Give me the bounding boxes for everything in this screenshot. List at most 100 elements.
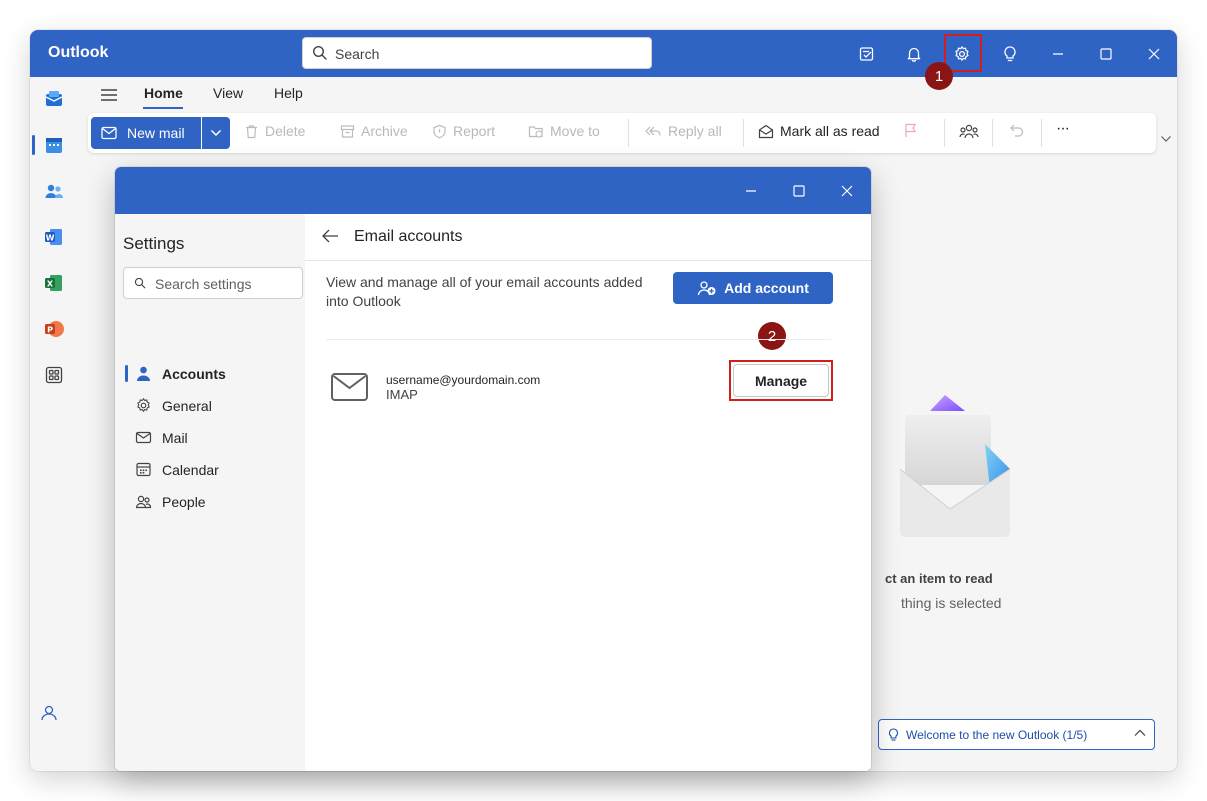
nav-item-people[interactable]: People [135,493,206,510]
minimize-icon [1053,53,1063,55]
chevron-down-icon [210,129,222,137]
mail-read-icon [758,124,774,138]
manage-button[interactable]: Manage [733,364,829,397]
groups-icon [959,124,979,139]
svg-text:P: P [47,326,53,335]
outlook-mail-icon [45,91,63,106]
nav-label-calendar: Calendar [162,461,219,478]
new-mail-button[interactable]: New mail [91,117,201,149]
welcome-label: Welcome to the new Outlook (1/5) [906,727,1088,742]
note-check-icon [859,47,874,61]
back-button[interactable] [321,228,339,244]
ribbon-separator [628,119,629,147]
move-to-button[interactable]: Move to [528,123,600,139]
settings-sidebar: Settings Search settings Accounts Genera… [115,214,305,771]
rail-powerpoint[interactable]: P [42,317,66,341]
step-badge-2: 2 [758,322,786,350]
dialog-maximize-button[interactable] [783,175,815,207]
nav-item-calendar[interactable]: Calendar [135,461,219,478]
rail-contacts-partial[interactable] [38,701,62,725]
settings-dialog: Settings Search settings Accounts Genera… [115,167,871,771]
rail-calendar[interactable] [42,133,66,157]
chevron-down-icon [1161,136,1171,142]
people-outline-icon [41,705,57,721]
maximize-icon [1100,48,1112,60]
reply-all-button[interactable]: Reply all [644,123,722,139]
groups-button[interactable] [959,123,985,140]
dialog-minimize-button[interactable] [735,175,767,207]
ribbon-separator [1041,119,1042,147]
dialog-title-bar [115,167,871,214]
account-type: IMAP [386,387,418,402]
apps-grid-icon [45,366,63,384]
bell-icon [907,47,921,62]
tab-view[interactable]: View [213,85,243,101]
calendar-icon [136,462,151,477]
tab-home[interactable]: Home [144,85,183,101]
archive-label: Archive [361,123,408,139]
mark-all-read-button[interactable]: Mark all as read [758,123,880,139]
new-mail-dropdown[interactable] [202,117,230,149]
settings-search-input[interactable]: Search settings [123,267,303,299]
ribbon-expand-chevron[interactable] [1160,135,1172,143]
svg-text:X: X [47,280,54,289]
maximize-button[interactable] [1090,38,1122,70]
rail-mail[interactable] [42,87,66,111]
pane-description: View and manage all of your email accoun… [326,274,643,309]
notifications-button[interactable] [898,38,930,70]
flag-button[interactable] [903,123,924,138]
hamburger-menu-icon[interactable] [100,87,118,103]
row-divider [326,339,831,340]
delete-button[interactable]: Delete [244,123,305,139]
close-button[interactable] [1138,38,1170,70]
people-icon [45,184,63,198]
reading-pane-subtitle: thing is selected [901,595,1002,611]
close-icon [1148,48,1160,60]
nav-item-mail[interactable]: Mail [135,429,188,446]
tab-help[interactable]: Help [274,85,303,101]
rail-excel[interactable]: X [42,271,66,295]
trash-icon [246,124,257,138]
ribbon-toolbar: New mail Delete Archive Report Move to R… [88,113,1156,153]
app-rail: W X P [30,77,78,771]
ribbon-separator [992,119,993,147]
excel-icon: X [45,275,62,291]
empty-inbox-illustration [890,389,1020,539]
mail-icon [135,431,152,444]
title-bar: Outlook Search [30,30,1177,77]
nav-item-general[interactable]: General [135,397,212,414]
pane-title: Email accounts [354,228,463,245]
minimize-button[interactable] [1042,38,1074,70]
report-label: Report [453,123,496,139]
more-options-button[interactable]: ··· [1056,120,1070,138]
report-button[interactable]: Report [432,123,495,139]
rail-word[interactable]: W [42,225,66,249]
add-account-button[interactable]: Add account [673,272,833,304]
welcome-tour-button[interactable]: Welcome to the new Outlook (1/5) [878,719,1155,750]
reply-all-label: Reply all [668,123,722,139]
rail-more-apps[interactable] [42,363,66,387]
minimize-icon [746,190,756,192]
chevron-up-icon [1134,729,1146,737]
folder-move-icon [528,125,543,138]
tips-button[interactable] [994,38,1026,70]
delete-label: Delete [265,123,306,139]
search-box[interactable]: Search [302,37,652,69]
word-icon: W [45,229,62,245]
tab-home-underline [143,107,183,109]
new-mail-label: New mail [127,125,185,141]
close-icon [841,185,853,197]
nav-item-accounts[interactable]: Accounts [135,365,226,382]
search-icon [134,277,146,289]
lightbulb-icon [888,727,899,741]
rail-people[interactable] [42,179,66,203]
dialog-close-button[interactable] [831,175,863,207]
calendar-icon [46,138,62,153]
ribbon-separator [743,119,744,147]
settings-title: Settings [123,234,185,253]
my-day-button[interactable] [851,38,883,70]
nav-label-people: People [162,493,206,510]
undo-button[interactable] [1009,123,1031,138]
archive-button[interactable]: Archive [340,123,408,139]
ribbon-separator [944,119,945,147]
